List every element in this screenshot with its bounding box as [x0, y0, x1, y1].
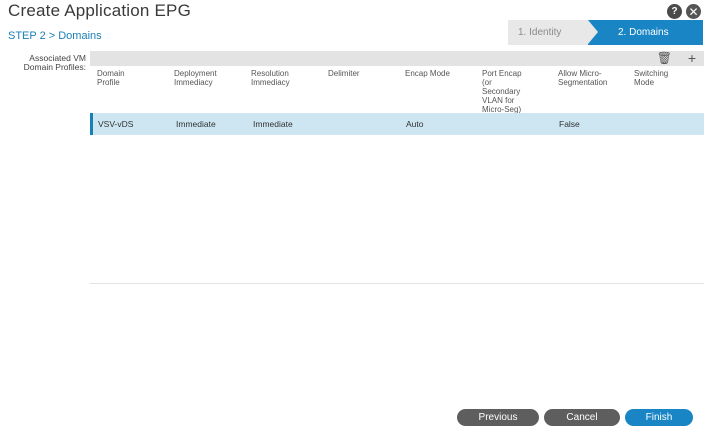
wizard-arrow	[588, 20, 598, 44]
table-toolbar: 🗑 +	[90, 51, 704, 66]
col-header-text: Domain	[97, 69, 125, 78]
wizard-step-identity[interactable]: 1. Identity	[508, 20, 588, 45]
cell-deployment-immediacy: Immediate	[176, 119, 216, 129]
col-header-text: Immediacy	[174, 78, 213, 87]
col-header-text: Resolution	[251, 69, 289, 78]
wizard-step-identity-label: 1. Identity	[518, 27, 562, 38]
finish-button[interactable]: Finish	[625, 409, 693, 426]
table-row[interactable]: VSV-vDS Immediate Immediate Auto False	[90, 113, 704, 135]
col-header-allow-micro-segmentation[interactable]: Allow Micro- Segmentation	[558, 69, 607, 87]
header-icons: ? ✕	[667, 4, 701, 19]
col-header-text: Profile	[97, 78, 120, 87]
help-icon[interactable]: ?	[667, 4, 682, 19]
col-header-text: Switching	[634, 69, 669, 78]
col-header-text: Immediacy	[251, 78, 290, 87]
col-header-domain-profile[interactable]: Domain Profile	[97, 69, 125, 87]
col-header-text: (or	[482, 78, 492, 87]
col-header-resolution-immediacy[interactable]: Resolution Immediacy	[251, 69, 290, 87]
wizard-step-domains[interactable]: 2. Domains	[588, 20, 703, 45]
trash-icon[interactable]: 🗑	[657, 52, 672, 65]
col-header-text: VLAN for	[482, 96, 515, 105]
col-header-text: Mode	[634, 78, 655, 87]
col-header-text: Delimiter	[328, 69, 360, 78]
cell-allow-micro-segmentation: False	[559, 119, 580, 129]
col-header-deployment-immediacy[interactable]: Deployment Immediacy	[174, 69, 217, 87]
wizard-steps: 1. Identity 2. Domains	[508, 20, 703, 45]
col-header-encap-mode[interactable]: Encap Mode	[405, 69, 450, 78]
dialog-title: Create Application EPG	[8, 1, 191, 20]
domain-profiles-table: Domain Profile Deployment Immediacy Reso…	[90, 66, 704, 284]
previous-button[interactable]: Previous	[457, 409, 539, 426]
step-indicator: STEP 2 > Domains	[8, 30, 102, 42]
col-header-text: Port Encap	[482, 69, 522, 78]
col-header-text: Secondary	[482, 87, 521, 96]
col-header-delimiter[interactable]: Delimiter	[328, 69, 360, 78]
cell-domain-profile: VSV-vDS	[98, 119, 134, 129]
cancel-button[interactable]: Cancel	[544, 409, 620, 426]
cell-encap-mode: Auto	[406, 119, 424, 129]
col-header-text: Encap Mode	[405, 69, 450, 78]
col-header-text: Deployment	[174, 69, 217, 78]
wizard-step-domains-label: 2. Domains	[618, 27, 669, 38]
col-header-text: Segmentation	[558, 78, 608, 87]
plus-icon[interactable]: +	[688, 51, 696, 65]
cell-resolution-immediacy: Immediate	[253, 119, 293, 129]
close-icon[interactable]: ✕	[686, 4, 701, 19]
col-header-text: Allow Micro-	[558, 69, 602, 78]
col-header-switching-mode[interactable]: Switching Mode	[634, 69, 668, 87]
associated-vm-label: Associated VM Domain Profiles:	[8, 54, 86, 72]
associated-vm-label-line2: Domain Profiles:	[23, 62, 86, 72]
col-header-port-encap[interactable]: Port Encap (or Secondary VLAN for Micro-…	[482, 69, 522, 114]
